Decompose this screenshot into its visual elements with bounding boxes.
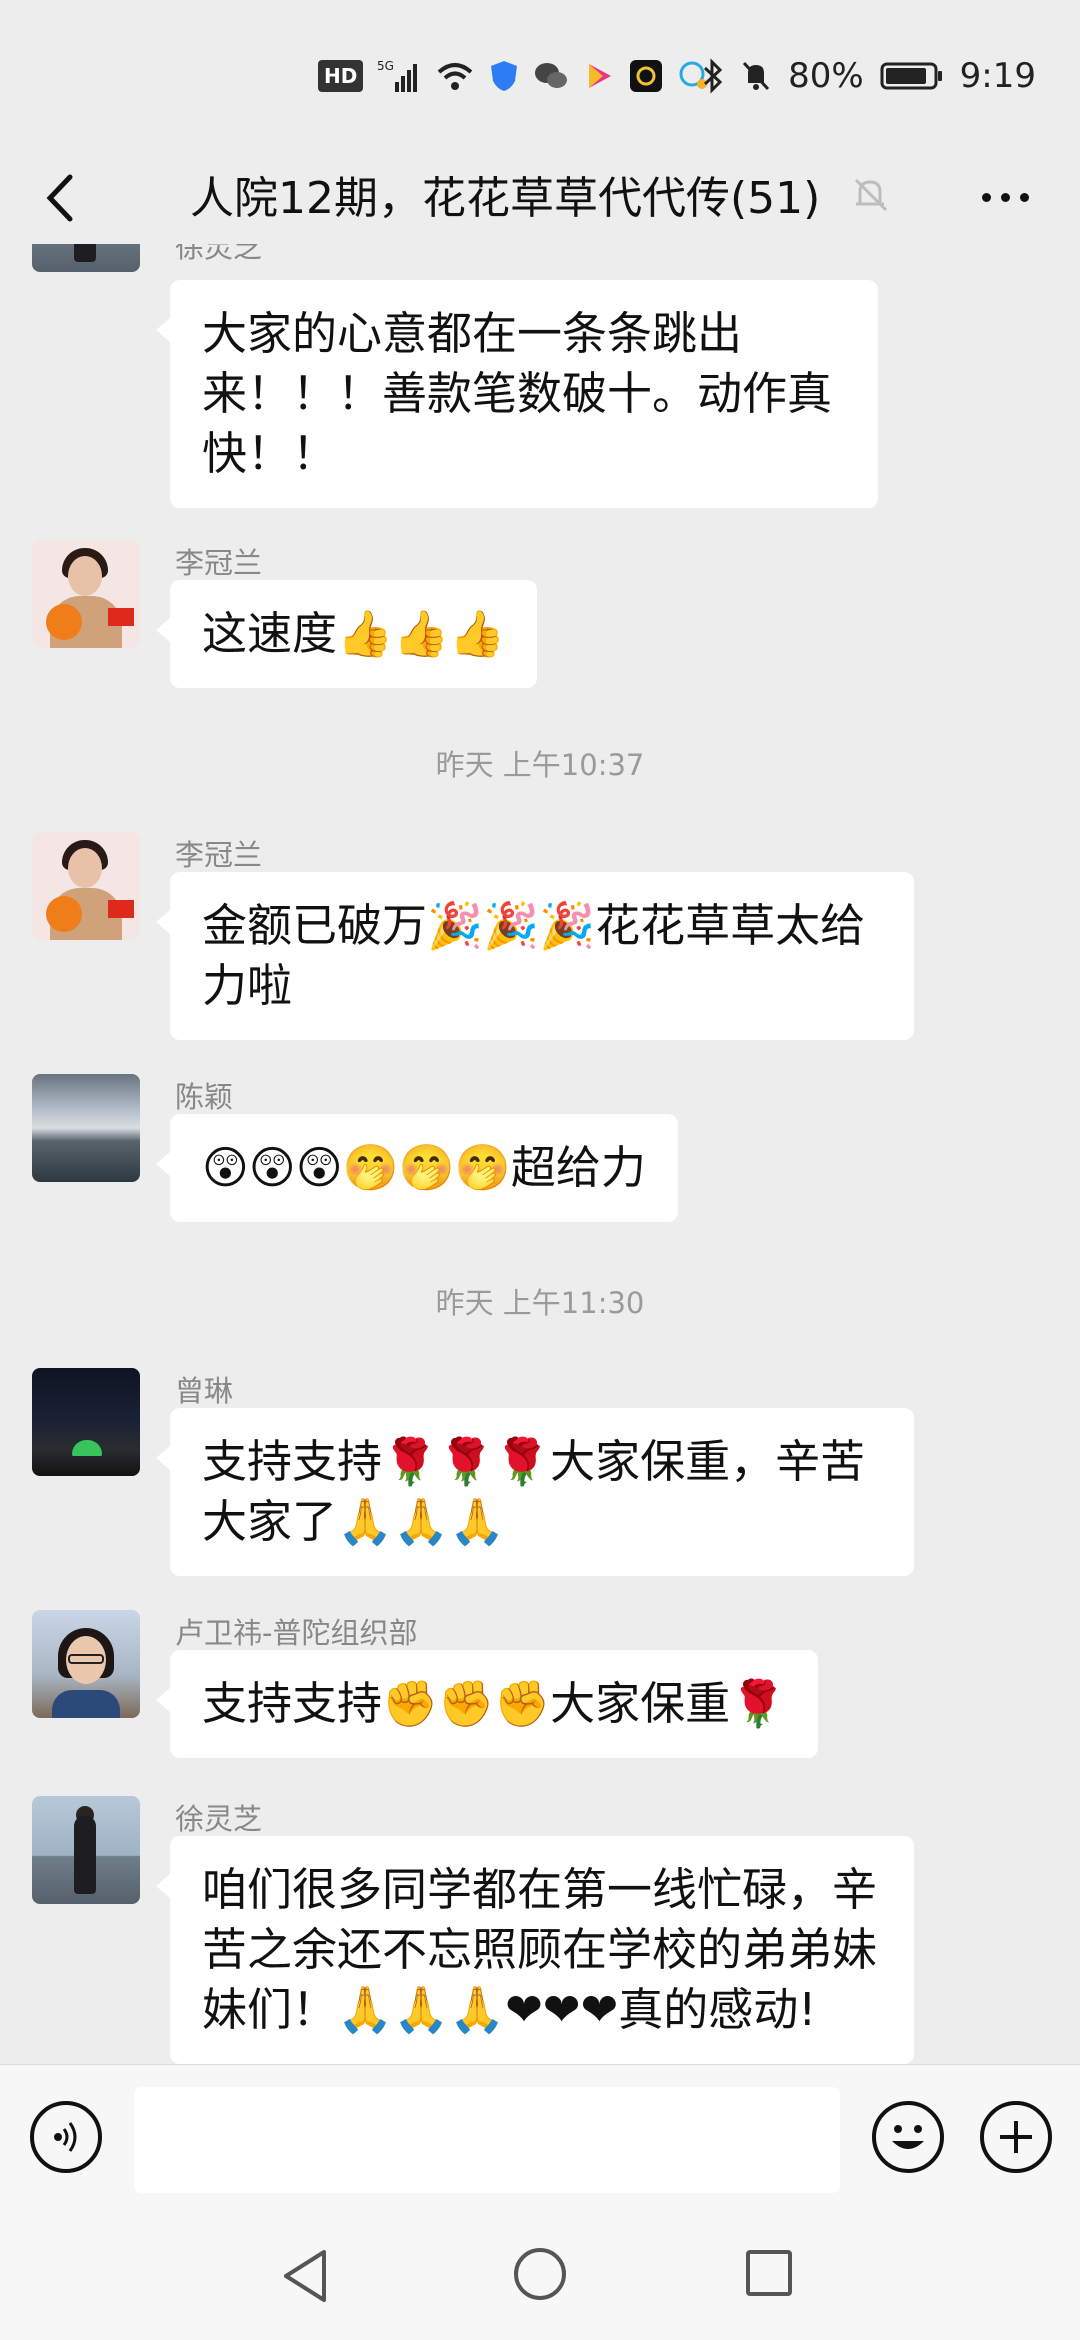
more-functions-button[interactable]: [980, 2101, 1052, 2173]
video-app-icon: [583, 54, 615, 98]
avatar[interactable]: [32, 1610, 140, 1718]
battery-percent: 80%: [788, 56, 864, 96]
message-bubble[interactable]: 😲😲😲🤭🤭🤭超给力: [156, 1114, 678, 1222]
bluetooth-icon: [702, 54, 724, 98]
message-bubble[interactable]: 金额已破万🎉🎉🎉花花草草太给 力啦: [156, 872, 914, 1040]
avatar[interactable]: [32, 244, 140, 272]
message-bubble[interactable]: 咱们很多同学都在第一线忙碌，辛 苦之余还不忘照顾在学校的弟弟妹 妹们！🙏🙏🙏❤❤…: [156, 1836, 914, 2064]
status-left-icons: HD 5G: [318, 54, 711, 98]
more-dots-icon: [981, 192, 991, 202]
message-bubble[interactable]: 大家的心意都在一条条跳出 来！！！善款笔数破十。动作真 快！！: [156, 280, 878, 508]
5g-signal-icon: 5G: [377, 54, 421, 98]
clock: 9:19: [959, 56, 1036, 96]
message-bubble[interactable]: 支持支持✊✊✊大家保重🌹: [155, 1650, 819, 1758]
avatar[interactable]: [32, 832, 140, 940]
battery-icon: [880, 54, 944, 98]
voice-input-button[interactable]: [30, 2101, 102, 2173]
sender-name: 卢卫祎-普陀组织部: [175, 1616, 418, 1650]
status-right-icons: 80% 9:19: [702, 54, 1036, 98]
chevron-left-icon: [46, 174, 73, 222]
plus-icon: [1000, 2121, 1032, 2153]
timestamp: 昨天 上午11:30: [435, 1286, 645, 1320]
message-input[interactable]: [134, 2087, 840, 2193]
sender-name: 李冠兰: [175, 838, 263, 872]
nav-back-icon: [284, 2250, 326, 2302]
avatar[interactable]: [32, 1368, 140, 1476]
emoji-button[interactable]: [872, 2101, 944, 2173]
system-nav-bar: [0, 2214, 1080, 2340]
chat-title: 人院12期，花花草草代代传(51): [190, 173, 821, 224]
chat-messages[interactable]: 徐灵芝 大家的心意都在一条条跳出 来！！！善款笔数破十。动作真 快！！ 李冠兰 …: [0, 244, 1080, 2064]
wifi-icon: [435, 54, 475, 98]
hd-icon: HD: [318, 60, 364, 92]
status-bar: HD 5G 80% 9:19: [0, 0, 1080, 160]
title-bar: 人院12期，花花草草代代传(51): [0, 150, 1080, 244]
avatar[interactable]: [32, 540, 140, 648]
timestamp: 昨天 上午10:37: [435, 748, 645, 782]
sender-name: 徐灵芝: [175, 244, 263, 264]
sender-name: 徐灵芝: [175, 1802, 263, 1836]
nav-back-button[interactable]: [280, 2248, 330, 2308]
sender-name: 陈颖: [175, 1080, 234, 1114]
svg-text:5G: 5G: [377, 59, 394, 73]
avatar[interactable]: [32, 1074, 140, 1182]
nav-recent-icon[interactable]: [746, 2250, 792, 2296]
wechat-app-icon: [533, 54, 569, 98]
more-options-button[interactable]: [970, 172, 1040, 222]
emoji-icon: [892, 2125, 924, 2149]
sender-name: 曾琳: [175, 1374, 234, 1408]
sender-name: 李冠兰: [175, 546, 263, 580]
app-icon: [629, 54, 663, 98]
message-bubble[interactable]: 这速度👍👍👍: [155, 580, 538, 688]
message-bubble[interactable]: 支持支持🌹🌹🌹大家保重，辛苦 大家了🙏🙏🙏: [156, 1408, 914, 1576]
mute-bell-icon: [740, 54, 772, 98]
shield-app-icon: [489, 54, 519, 98]
bell-off-icon: [848, 172, 892, 220]
nav-home-icon[interactable]: [514, 2248, 566, 2300]
voice-input-icon: [54, 2122, 77, 2152]
avatar[interactable]: [32, 1796, 140, 1904]
input-bar: [0, 2064, 1080, 2214]
back-button[interactable]: [30, 168, 90, 228]
